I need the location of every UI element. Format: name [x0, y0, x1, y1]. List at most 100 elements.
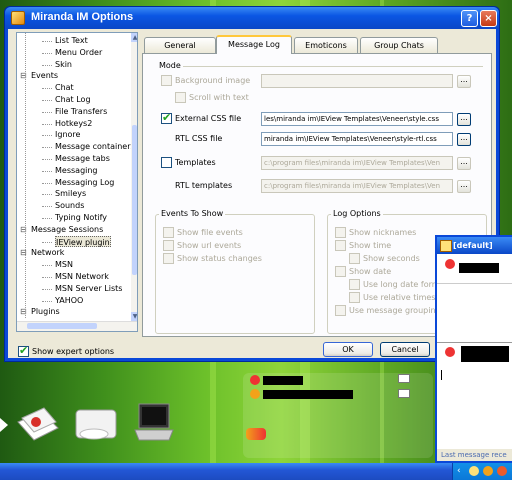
chat-window-title[interactable]: [default]	[437, 237, 512, 254]
scroll-down-icon[interactable]: ▼	[131, 312, 137, 321]
background-image-browse-button[interactable]: ...	[457, 75, 471, 88]
use-long-date-label: Use long date forma	[363, 280, 445, 289]
arrow-desktop-icon[interactable]	[0, 415, 10, 435]
mode-separator	[183, 66, 483, 67]
show-expert-checkbox[interactable]	[18, 344, 29, 357]
tree-item[interactable]: Sounds	[55, 200, 84, 211]
help-button[interactable]: ?	[461, 10, 478, 27]
tree-item[interactable]: List Text	[55, 35, 88, 46]
tree-item[interactable]: MSN	[55, 259, 73, 270]
rtl-templates-browse-button[interactable]: ...	[457, 180, 471, 193]
tree-item[interactable]: MSN Network	[55, 271, 109, 282]
window-title: Miranda IM Options	[31, 11, 134, 23]
external-css-field[interactable]: les\miranda im\IEView Templates\Veneer\s…	[261, 112, 453, 126]
background-image-field[interactable]	[261, 74, 453, 88]
chat-status-bar: Last message rece	[437, 449, 512, 461]
use-message-grouping-label: Use message grouping	[349, 306, 441, 315]
show-url-events-checkbox[interactable]	[163, 240, 174, 251]
tree-horizontal-scroll-thumb[interactable]	[27, 323, 97, 329]
message-envelope-icon[interactable]	[398, 389, 410, 398]
show-date-checkbox[interactable]	[335, 266, 346, 277]
title-bar[interactable]: Miranda IM Options ? ×	[5, 7, 499, 29]
tree-item[interactable]: Network	[31, 247, 64, 258]
tree-connector-line	[42, 241, 52, 243]
tree-item[interactable]: Chat Log	[55, 94, 91, 105]
tree-item[interactable]: Events	[31, 70, 58, 81]
show-hidden-icons-icon[interactable]: ‹	[457, 466, 461, 476]
external-css-browse-button[interactable]: ...	[457, 113, 471, 126]
tree-connector-line	[42, 277, 52, 278]
tray-app-icon[interactable]	[483, 466, 493, 476]
cd-drive-desktop-icon[interactable]	[72, 404, 122, 446]
tree-item[interactable]: MSN Server Lists	[55, 283, 122, 294]
redacted-contact-name[interactable]	[263, 390, 353, 399]
tree-item[interactable]: Menu Order	[55, 47, 102, 58]
tree-item[interactable]: Message containers	[55, 141, 135, 152]
tree-connector-line	[42, 41, 52, 42]
taskbar[interactable]	[0, 463, 512, 480]
tray-app-icon[interactable]	[497, 466, 507, 476]
contact-status-icon	[445, 347, 455, 357]
tab-general[interactable]: General	[144, 37, 216, 53]
show-seconds-checkbox[interactable]	[349, 253, 360, 264]
tab-emoticons[interactable]: Emoticons	[294, 37, 358, 53]
tree-connector-line	[42, 159, 52, 160]
templates-field[interactable]: c:\program files\miranda im\IEView Templ…	[261, 156, 453, 170]
tree-item[interactable]: Ignore	[55, 129, 80, 140]
external-css-checkbox[interactable]	[161, 111, 172, 124]
show-status-changes-checkbox[interactable]	[163, 253, 174, 264]
close-button[interactable]: ×	[480, 10, 497, 27]
scroll-up-icon[interactable]: ▲	[131, 33, 137, 42]
message-envelope-icon[interactable]	[398, 374, 410, 383]
scroll-with-text-checkbox[interactable]	[175, 92, 186, 103]
tray-app-icon[interactable]	[469, 466, 479, 476]
tree-item[interactable]: File Transfers	[55, 106, 107, 117]
tree-item[interactable]: Typing Notify	[55, 212, 107, 223]
tree-connector-line	[42, 52, 52, 54]
text-cursor[interactable]	[441, 370, 442, 380]
show-time-checkbox[interactable]	[335, 240, 346, 251]
tree-item[interactable]: Skin	[55, 59, 72, 70]
tree-connector-line	[42, 182, 52, 184]
tree-item[interactable]: Message Sessions	[31, 224, 103, 235]
show-nicknames-checkbox[interactable]	[335, 227, 346, 238]
tree-item[interactable]: Plugins	[31, 306, 60, 317]
tree-item[interactable]: Messaging Log	[55, 177, 114, 188]
dialog-client: List Text Menu Order Skin Events ⊟ Chat Chat L…	[8, 29, 496, 358]
tab-group-chats[interactable]: Group Chats	[360, 37, 438, 53]
show-file-events-checkbox[interactable]	[163, 227, 174, 238]
tree-item[interactable]: Hotkeys2	[55, 118, 92, 129]
rtl-css-field[interactable]: miranda im\IEView Templates\Veneer\style…	[261, 132, 453, 146]
tree-vertical-scroll-thumb[interactable]	[132, 125, 137, 275]
tree-item[interactable]: Messaging	[55, 165, 98, 176]
tab-message-log[interactable]: Message Log	[216, 35, 292, 54]
tree-connector-line	[42, 88, 52, 90]
miranda-app-icon	[11, 11, 25, 25]
tree-connector-line	[42, 265, 52, 267]
background-image-checkbox[interactable]	[161, 75, 172, 86]
redacted-contact-name[interactable]	[263, 376, 303, 385]
tree-item[interactable]: IEView plugin	[55, 235, 111, 247]
rtl-templates-label: RTL templates	[175, 181, 233, 190]
rtl-css-browse-button[interactable]: ...	[457, 133, 471, 146]
status-flowers-icon[interactable]	[246, 428, 266, 440]
tree-item[interactable]: Chat	[55, 82, 74, 93]
templates-browse-button[interactable]: ...	[457, 157, 471, 170]
use-message-grouping-checkbox[interactable]	[335, 305, 346, 316]
laptop-desktop-icon[interactable]	[133, 400, 175, 446]
tree-item[interactable]: Message tabs	[55, 153, 110, 164]
templates-checkbox[interactable]	[161, 157, 172, 168]
redacted-contact-name	[459, 263, 499, 273]
rtl-templates-field[interactable]: c:\program files\miranda im\IEView Templ…	[261, 179, 453, 193]
show-seconds-label: Show seconds	[363, 254, 420, 263]
rtl-css-label: RTL CSS file	[175, 134, 223, 143]
use-long-date-checkbox[interactable]	[349, 279, 360, 290]
tree-item[interactable]: YAHOO	[55, 295, 83, 306]
cancel-button[interactable]: Cancel	[380, 342, 430, 357]
tree-item[interactable]: Smileys	[55, 188, 86, 199]
documents-desktop-icon[interactable]	[14, 404, 60, 444]
ok-button[interactable]: OK	[323, 342, 373, 357]
use-relative-timestamp-checkbox[interactable]	[349, 292, 360, 303]
options-tree[interactable]: List Text Menu Order Skin Events ⊟ Chat Chat L…	[16, 32, 138, 332]
show-nicknames-label: Show nicknames	[349, 228, 417, 237]
